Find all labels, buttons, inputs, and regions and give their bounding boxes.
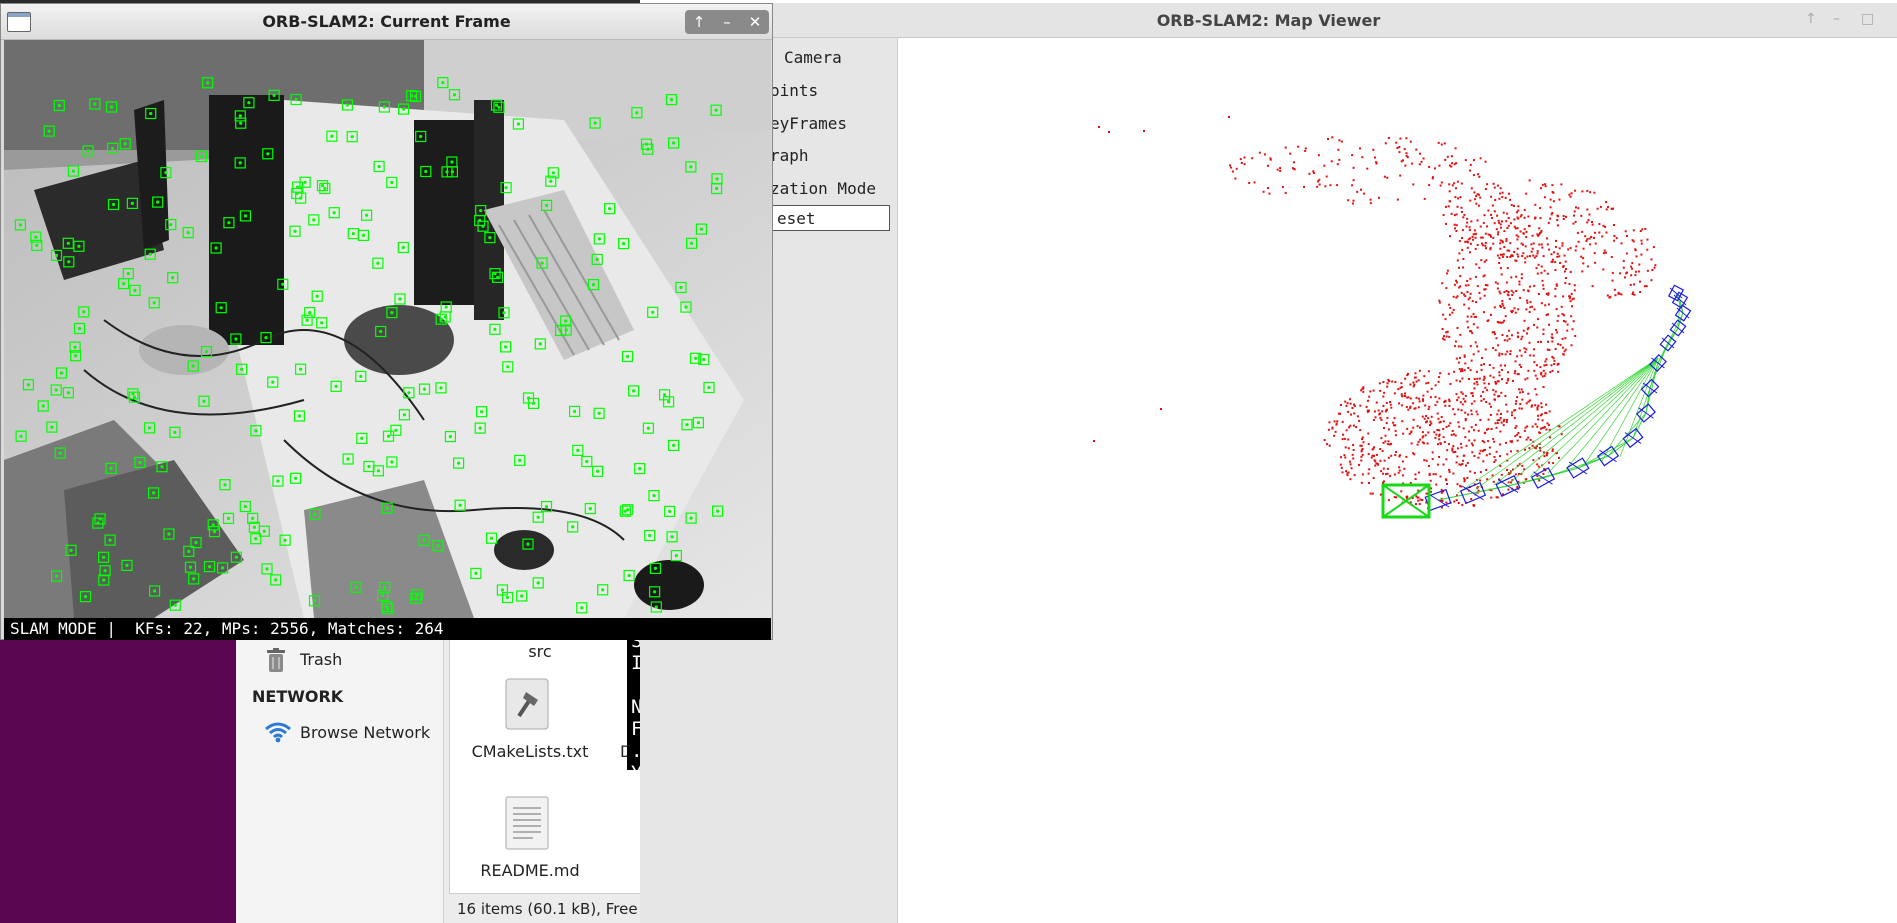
keep-above-icon[interactable]: ↑ xyxy=(685,10,713,34)
panel-show-keyframes[interactable]: eyFrames xyxy=(770,114,847,133)
sidebar-item-trash[interactable]: Trash xyxy=(300,650,342,669)
camera-frame-image xyxy=(4,40,771,618)
map-viewer-titlebar[interactable]: ORB-SLAM2: Map Viewer ↑ – □ xyxy=(640,3,1897,38)
file-manager-sidebar: Trash NETWORK Browse Network xyxy=(236,630,444,923)
map-viewer-title: ORB-SLAM2: Map Viewer xyxy=(1156,11,1381,30)
file-label-readme[interactable]: README.md xyxy=(460,861,600,880)
cmake-file-icon[interactable] xyxy=(505,678,549,730)
current-frame-window-controls: ↑ – ✕ xyxy=(685,10,769,34)
panel-show-points[interactable]: oints xyxy=(770,81,818,100)
maximize-icon[interactable]: □ xyxy=(1861,11,1874,27)
reset-button-label: eset xyxy=(777,209,816,228)
map-viewer-canvas[interactable] xyxy=(898,38,1897,923)
text-file-icon[interactable] xyxy=(505,796,549,850)
trash-icon[interactable] xyxy=(264,648,288,674)
map-points xyxy=(1093,116,1657,510)
sidebar-heading-network: NETWORK xyxy=(252,687,344,706)
wifi-icon[interactable] xyxy=(264,721,292,743)
reset-button[interactable]: eset xyxy=(770,205,890,231)
current-frame-window: ORB-SLAM2: Current Frame ↑ – ✕ SLAM MODE… xyxy=(0,3,773,640)
keep-above-icon[interactable]: ↑ xyxy=(1805,11,1817,27)
file-label-cmakelists[interactable]: CMakeLists.txt xyxy=(460,742,600,761)
minimize-icon[interactable]: – xyxy=(1833,11,1840,27)
keyframe-trajectory xyxy=(1424,284,1692,512)
current-frame-title: ORB-SLAM2: Current Frame xyxy=(262,12,511,31)
slam-status-bar: SLAM MODE | KFs: 22, MPs: 2556, Matches:… xyxy=(4,618,771,640)
close-icon[interactable]: ✕ xyxy=(741,10,769,34)
file-label-src[interactable]: src xyxy=(490,642,590,661)
panel-localization-mode[interactable]: zation Mode xyxy=(770,179,876,198)
panel-follow-camera[interactable]: Camera xyxy=(784,48,842,67)
file-manager-window: Trash NETWORK Browse Network src CMakeLi… xyxy=(236,630,687,923)
minimize-icon[interactable]: – xyxy=(713,10,741,34)
map-viewer-window-controls: ↑ – □ xyxy=(1805,11,1885,31)
panel-show-graph[interactable]: raph xyxy=(770,146,809,165)
map-viewer-window: ORB-SLAM2: Map Viewer ↑ – □ Camera oints… xyxy=(640,0,1897,923)
sidebar-item-browse-network[interactable]: Browse Network xyxy=(300,723,430,742)
current-frame-titlebar[interactable]: ORB-SLAM2: Current Frame ↑ – ✕ xyxy=(1,4,772,40)
